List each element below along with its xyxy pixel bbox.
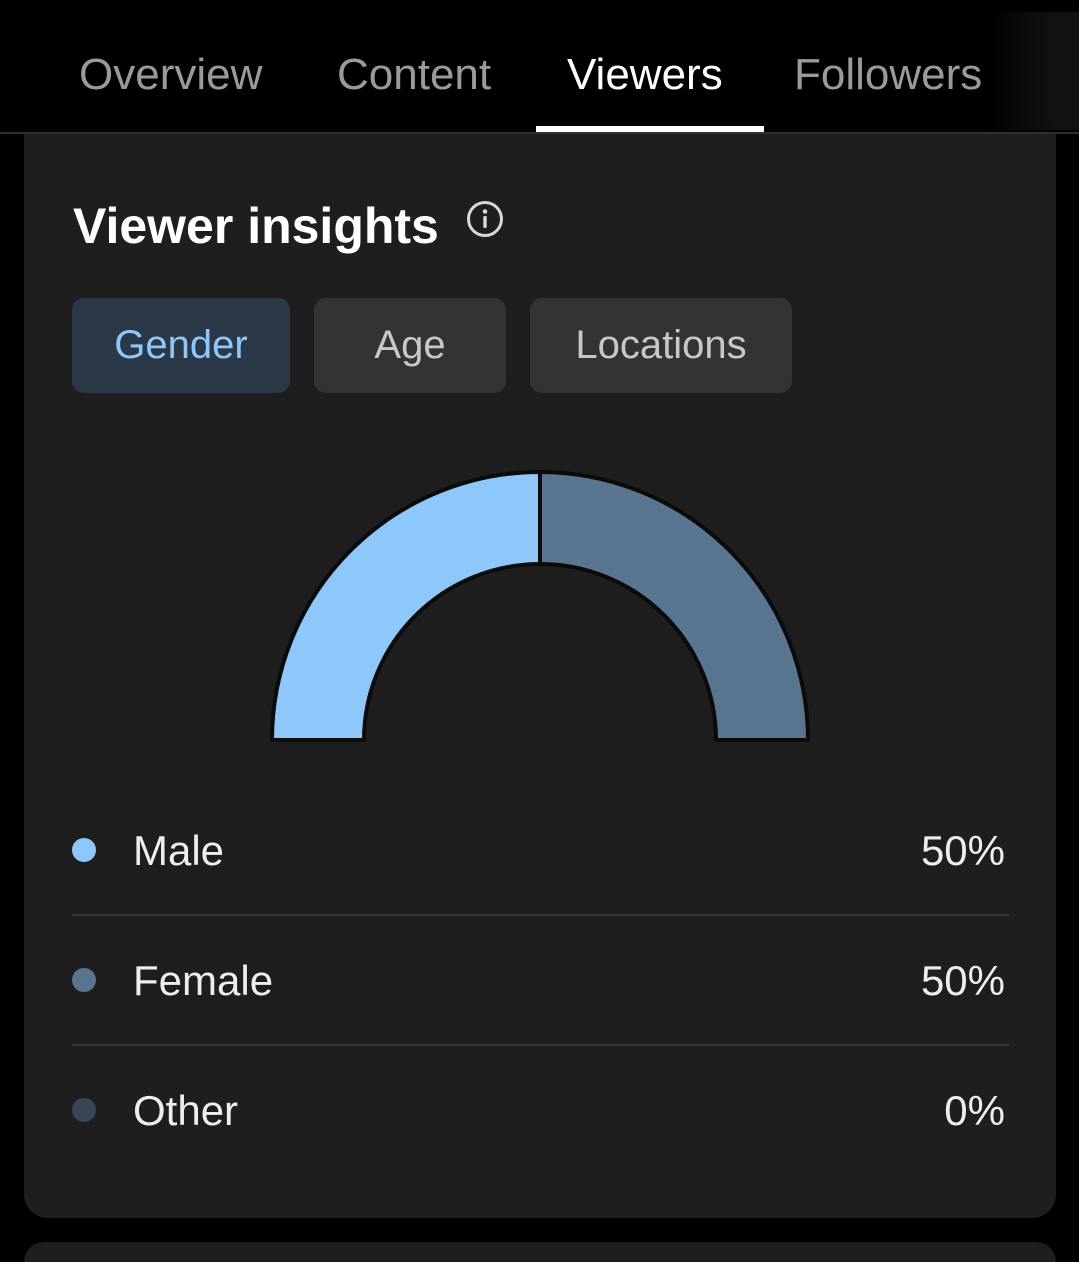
legend-dot-female [72,968,96,992]
legend-label-male: Male [133,827,225,874]
tab-overview[interactable]: Overview [79,48,262,102]
legend-dot-other [72,1098,96,1122]
legend-value-other: 0% [944,1087,1005,1134]
legend-row-female: Female 50% [72,914,1009,1046]
legend-row-male: Male 50% [72,784,1009,916]
gauge-segment-female [538,470,810,742]
info-circle-icon[interactable] [466,200,504,238]
tab-followers[interactable]: Followers [794,48,982,102]
legend-row-other: Other 0% [72,1044,1009,1174]
tab-scroll-fade [989,12,1079,130]
top-tab-bar: Overview Content Viewers Followers L [0,0,1079,134]
legend-value-male: 50% [920,827,1005,874]
legend-label-other: Other [133,1087,239,1134]
card-title: Viewer insights [73,198,439,254]
gender-half-donut-chart [270,470,810,742]
viewer-insights-card: Viewer insights Gender Age Locations Mal… [24,134,1056,1218]
gauge-segment-male [270,470,542,742]
active-tab-indicator [536,126,764,132]
legend-label-female: Female [133,957,274,1004]
next-card-edge [24,1242,1056,1262]
segment-locations[interactable]: Locations [530,298,792,393]
segment-age[interactable]: Age [314,298,506,393]
segment-gender[interactable]: Gender [72,298,290,393]
tab-viewers[interactable]: Viewers [567,48,723,102]
legend-dot-male [72,838,96,862]
tab-content[interactable]: Content [337,48,491,102]
legend-value-female: 50% [920,957,1005,1004]
